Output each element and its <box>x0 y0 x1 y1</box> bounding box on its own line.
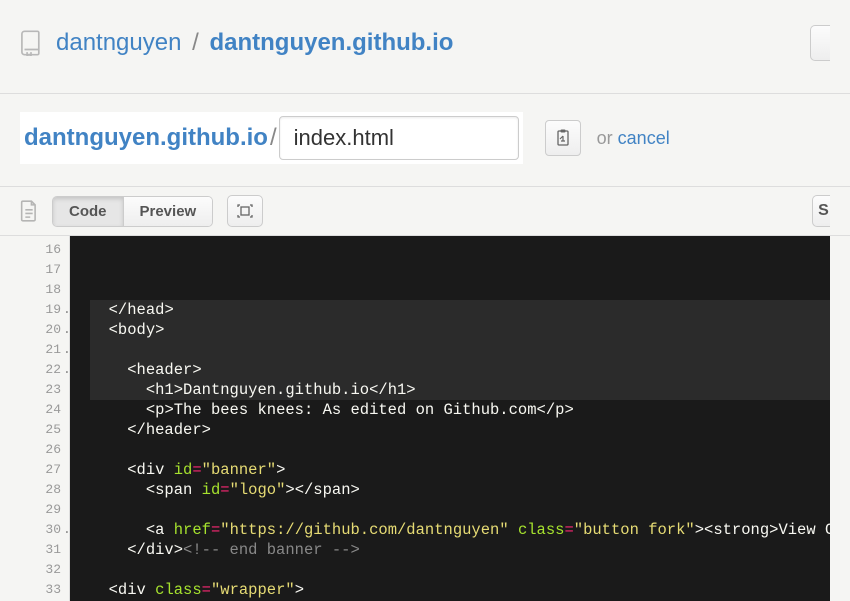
code-area[interactable]: </head> <body> <header> <h1>Dantnguyen.g… <box>70 236 830 601</box>
repo-link[interactable]: dantnguyen.github.io <box>209 29 453 56</box>
path-container: dantnguyen.github.io / <box>20 112 523 164</box>
settings-button[interactable]: S <box>812 195 830 227</box>
tab-preview[interactable]: Preview <box>123 197 213 226</box>
code-content: </head> <body> <header> <h1>Dantnguyen.g… <box>90 300 830 601</box>
file-path-row: dantnguyen.github.io / or cancel <box>0 94 850 186</box>
code-editor[interactable]: 161718192021222324252627282930313233 </h… <box>20 236 830 601</box>
filename-input[interactable] <box>279 116 519 160</box>
breadcrumb-slash: / <box>188 29 203 56</box>
tab-group: Code Preview <box>52 196 213 227</box>
clipboard-icon <box>555 129 571 147</box>
fullscreen-button[interactable] <box>227 195 263 227</box>
tab-code[interactable]: Code <box>53 197 123 226</box>
fullscreen-icon <box>237 204 253 218</box>
owner-link[interactable]: dantnguyen <box>56 29 181 56</box>
repo-icon <box>20 30 42 56</box>
repo-header: dantnguyen / dantnguyen.github.io <box>0 0 850 94</box>
breadcrumb: dantnguyen / dantnguyen.github.io <box>56 29 453 57</box>
path-slash: / <box>270 124 277 152</box>
or-cancel: or cancel <box>597 128 670 149</box>
or-text: or <box>597 128 613 148</box>
editor-toolbar: Code Preview S <box>0 186 850 236</box>
document-icon <box>20 200 38 222</box>
cancel-link[interactable]: cancel <box>618 128 670 148</box>
clipboard-button[interactable] <box>545 120 581 156</box>
path-repo-link[interactable]: dantnguyen.github.io <box>24 124 268 152</box>
watch-button[interactable] <box>810 25 830 61</box>
line-gutter: 161718192021222324252627282930313233 <box>20 236 70 601</box>
